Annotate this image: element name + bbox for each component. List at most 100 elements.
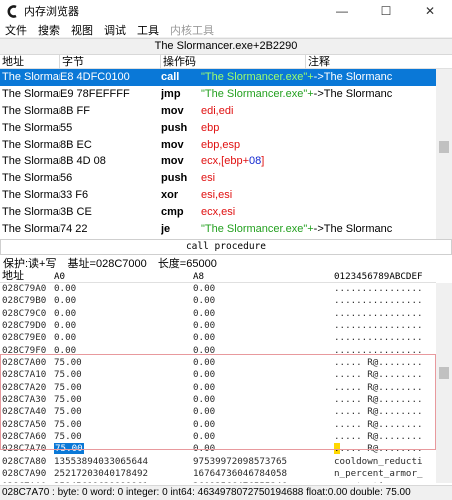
memory-value: 75.00: [54, 369, 82, 381]
instruction-opcode: mov: [161, 138, 184, 151]
memory-address: 028C79D0: [2, 320, 47, 332]
memory-value: 16764736046784058: [193, 468, 288, 480]
column-opcode[interactable]: 操作码: [161, 55, 306, 69]
memory-row[interactable]: 028C7A70 75.00 0.00 ..... R@........: [0, 443, 436, 455]
memory-address: 028C7A40: [2, 406, 47, 418]
memory-ascii: ................: [334, 295, 423, 307]
memory-row[interactable]: 028C7A20 75.00 0.00 ..... R@........: [0, 382, 436, 394]
memory-row[interactable]: 028C79B0 0.00 0.00................: [0, 295, 436, 307]
instruction-opcode: push: [161, 121, 188, 134]
memory-row[interactable]: 028C7A30 75.00 0.00 ..... R@........: [0, 394, 436, 406]
memory-row[interactable]: 028C7A80 13553894033065644 975399720985737…: [0, 456, 436, 468]
disassembly-row[interactable]: The Slormancer.exe+55 pushebp: [0, 120, 436, 137]
disassembler-scroll-thumb[interactable]: [439, 141, 449, 153]
operand-token: "The Slormancer.exe"+: [201, 71, 314, 83]
menu-debug[interactable]: 调试: [99, 22, 132, 38]
base-address-label: 基址=028C7000: [67, 258, 147, 270]
memory-value-cell[interactable]: 75.00: [54, 443, 192, 455]
operand-token: edi,edi: [201, 104, 234, 117]
column-comment[interactable]: 注释: [306, 55, 452, 69]
memory-value: 75.00: [54, 394, 82, 406]
memory-value: 75.00: [54, 381, 82, 393]
memory-value: 97539972098573765: [193, 455, 288, 467]
memory-hex-view[interactable]: 028C79A0 0.00 0.00................ 028C79B0…: [0, 283, 436, 483]
disassembler-list[interactable]: The Slormancer.exe+E8 4DFC0100call"The S…: [0, 69, 436, 239]
column-bytes[interactable]: 字节: [60, 55, 161, 69]
close-button[interactable]: ✕: [408, 0, 452, 22]
window-controls: — ☐ ✕: [320, 0, 452, 22]
disassembler-scrollbar[interactable]: [436, 69, 452, 239]
disassembly-row[interactable]: The Slormancer.exe+56 pushesi: [0, 170, 436, 187]
operand-token: ->The Slormanc: [313, 71, 393, 83]
memory-row[interactable]: 028C79D0 0.00 0.00................: [0, 320, 436, 332]
memory-ascii: cooldown_reducti: [334, 455, 423, 467]
menu-view[interactable]: 视图: [66, 22, 99, 38]
memory-row[interactable]: 028C7A00 75.00 0.00 ..... R@........: [0, 357, 436, 369]
menu-search[interactable]: 搜索: [33, 22, 66, 38]
disassembly-row[interactable]: The Slormancer.exe+33 F6 xor esi,esi: [0, 187, 436, 204]
memory-value: 0.00: [54, 332, 77, 344]
memory-row[interactable]: 028C79F0 0.00 0.00................: [0, 345, 436, 357]
instruction-operands: ebp: [201, 120, 406, 137]
memory-column-ascii: 0123456789ABCDEF: [334, 271, 423, 282]
memory-scrollbar[interactable]: [436, 283, 452, 483]
memory-header: 地址 A0 A8 0123456789ABCDEF: [0, 270, 436, 283]
memory-column-address: 地址: [2, 270, 24, 282]
memory-ascii: ..... R@........: [334, 431, 423, 443]
memory-row[interactable]: 028C79C0 0.00 0.00................: [0, 308, 436, 320]
menu-kernel-tools: 内核工具: [170, 24, 214, 37]
memory-address: 028C7A30: [2, 394, 47, 406]
disassembly-row[interactable]: The Slormancer.exe+8B FF mov edi,edi: [0, 103, 436, 120]
memory-address: 028C79E0: [2, 332, 47, 344]
memory-address: 028C7A70: [2, 443, 47, 455]
minimize-button[interactable]: —: [320, 0, 364, 22]
instruction-bytes: 74 22: [60, 223, 88, 236]
menu-file[interactable]: 文件: [0, 22, 33, 38]
memory-row[interactable]: 028C7A40 75.00 0.00 ..... R@........: [0, 406, 436, 418]
memory-ascii: ..... R@........: [334, 418, 423, 430]
memory-address: 028C79C0: [2, 307, 47, 319]
memory-address: 028C7A60: [2, 431, 47, 443]
instruction-opcode: jmp: [161, 87, 181, 100]
memory-row[interactable]: 028C7A50 75.00 0.00 ..... R@........: [0, 419, 436, 431]
window-title: 内存浏览器: [24, 6, 79, 18]
instruction-operands: ebp,esp: [201, 137, 406, 154]
menu-tools[interactable]: 工具: [132, 22, 165, 38]
memory-row[interactable]: 028C79A0 0.00 0.00................: [0, 283, 436, 295]
memory-address: 028C7A50: [2, 418, 47, 430]
instruction-bytes: 56: [60, 172, 73, 185]
instruction-address: The Slormancer.exe+: [2, 138, 60, 151]
memory-row[interactable]: 028C7A60 75.00 0.00 ..... R@........: [0, 431, 436, 443]
memory-value: 0.00: [193, 357, 216, 369]
memory-value: 0.00: [193, 344, 216, 356]
disassembly-row[interactable]: The Slormancer.exe+E9 78FEFFFF jmp "The Sl…: [0, 86, 436, 103]
memory-ascii: ................: [334, 344, 423, 356]
memory-value: 0.00: [193, 431, 216, 443]
memory-info: 保护:读+写 基址=028C7000 长度=65000: [0, 258, 452, 270]
instruction-opcode: push: [161, 172, 188, 185]
column-address[interactable]: 地址: [0, 55, 60, 69]
title-bar: 内存浏览器 — ☐ ✕: [0, 0, 452, 22]
selected-value[interactable]: 75.00: [54, 443, 84, 455]
memory-row[interactable]: 028C7AA025945619629999961260935664765553…: [0, 481, 436, 484]
memory-row[interactable]: 028C79E0 0.00 0.00................: [0, 332, 436, 344]
maximize-button[interactable]: ☐: [364, 0, 408, 22]
disassembler-header: 地址 字节 操作码 注释: [0, 55, 452, 69]
disassembly-row[interactable]: The Slormancer.exe+3B CE cmp ecx,esi: [0, 204, 436, 221]
instruction-address: The Slormancer.exe+: [2, 155, 60, 168]
protection-label: 保护:读+写: [3, 258, 57, 270]
memory-value: 0.00: [193, 283, 216, 294]
instruction-bytes: E9 78FEFFFF: [60, 87, 130, 100]
instruction-opcode: call: [161, 71, 180, 83]
disassembly-row[interactable]: The Slormancer.exe+8B 4D 08 mov ecx,[ebp+0…: [0, 153, 436, 170]
memory-row[interactable]: 028C7A90 25217203040178492 167647360467840…: [0, 468, 436, 480]
memory-column-a8: A8: [193, 271, 205, 282]
disassembly-row[interactable]: The Slormancer.exe+74 22 je "The Slormance…: [0, 221, 436, 238]
instruction-operands: esi,esi: [201, 187, 406, 204]
disassembly-row[interactable]: The Slormancer.exe+8B EC mov ebp,esp: [0, 137, 436, 154]
instruction-bytes: 33 F6: [60, 189, 89, 202]
instruction-bytes: 8B FF: [60, 104, 90, 117]
memory-row[interactable]: 028C7A10 75.00 0.00 ..... R@........: [0, 369, 436, 381]
memory-scroll-thumb[interactable]: [439, 367, 449, 379]
disassembly-row[interactable]: The Slormancer.exe+E8 4DFC0100 call "The S…: [0, 69, 436, 86]
